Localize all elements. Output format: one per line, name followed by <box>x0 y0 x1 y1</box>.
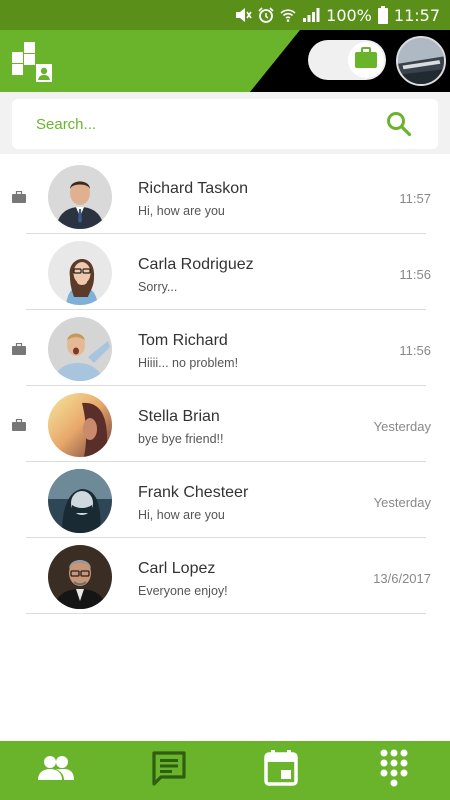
search-placeholder: Search... <box>36 115 97 133</box>
message-preview: Everyone enjoy! <box>138 584 228 598</box>
contact-name: Tom Richard <box>138 332 228 349</box>
avatar <box>48 393 112 457</box>
briefcase-icon <box>354 46 378 74</box>
message-preview: Sorry... <box>138 280 178 294</box>
message-time: Yesterday <box>373 495 431 510</box>
message-preview: Hi, how are you <box>138 508 225 522</box>
avatar <box>48 241 112 305</box>
search-input[interactable]: Search... <box>12 99 438 149</box>
calendar-icon <box>264 750 298 791</box>
signal-icon <box>302 7 320 23</box>
wifi-icon <box>280 7 296 23</box>
profile-avatar[interactable] <box>396 36 446 86</box>
work-badge-icon <box>12 342 26 355</box>
work-mode-toggle[interactable] <box>308 40 386 80</box>
nav-contacts-button[interactable] <box>28 746 84 796</box>
contact-name: Carla Rodriguez <box>138 256 254 273</box>
message-time: 11:56 <box>399 343 431 358</box>
chat-row[interactable]: Stella Brian bye bye friend!! Yesterday <box>0 386 450 462</box>
work-badge-icon <box>12 190 26 203</box>
chat-row[interactable]: Carl Lopez Everyone enjoy! 13/6/2017 <box>0 538 450 614</box>
message-time: 13/6/2017 <box>373 571 431 586</box>
chat-row[interactable]: Richard Taskon Hi, how are you 11:57 <box>0 158 450 234</box>
dialpad-icon <box>379 748 409 793</box>
contact-name: Carl Lopez <box>138 560 216 577</box>
message-preview: bye bye friend!! <box>138 432 224 446</box>
avatar <box>48 469 112 533</box>
contact-name: Frank Chesteer <box>138 484 249 501</box>
status-time: 11:57 <box>393 5 440 25</box>
nav-chats-button[interactable] <box>141 746 197 796</box>
battery-icon <box>377 6 388 24</box>
message-time: Yesterday <box>373 419 431 434</box>
contact-name: Stella Brian <box>138 408 220 425</box>
toggle-knob <box>348 42 384 78</box>
nav-dialpad-button[interactable] <box>366 746 422 796</box>
avatar <box>48 165 112 229</box>
divider <box>26 613 426 614</box>
avatar <box>48 317 112 381</box>
chat-list: Richard Taskon Hi, how are you 11:57 Car… <box>0 158 450 614</box>
chat-row[interactable]: Frank Chesteer Hi, how are you Yesterday <box>0 462 450 538</box>
message-time: 11:56 <box>399 267 431 282</box>
contacts-icon <box>36 754 76 787</box>
mute-icon <box>234 7 252 23</box>
work-badge-icon <box>12 418 26 431</box>
search-area: Search... <box>0 92 450 154</box>
avatar <box>48 545 112 609</box>
chat-row[interactable]: Tom Richard Hiiii... no problem! 11:56 <box>0 310 450 386</box>
message-preview: Hiiii... no problem! <box>138 356 239 370</box>
nav-calendar-button[interactable] <box>253 746 309 796</box>
search-icon[interactable] <box>386 111 412 137</box>
chat-icon <box>151 750 187 791</box>
bottom-nav <box>0 741 450 800</box>
alarm-icon <box>258 7 274 23</box>
message-preview: Hi, how are you <box>138 204 225 218</box>
app-logo-icon[interactable] <box>12 42 52 82</box>
status-bar: 100% 11:57 <box>0 0 450 30</box>
battery-level: 100% <box>326 5 372 25</box>
contact-name: Richard Taskon <box>138 180 248 197</box>
chat-row[interactable]: Carla Rodriguez Sorry... 11:56 <box>0 234 450 310</box>
message-time: 11:57 <box>399 191 431 206</box>
app-header <box>0 30 450 92</box>
